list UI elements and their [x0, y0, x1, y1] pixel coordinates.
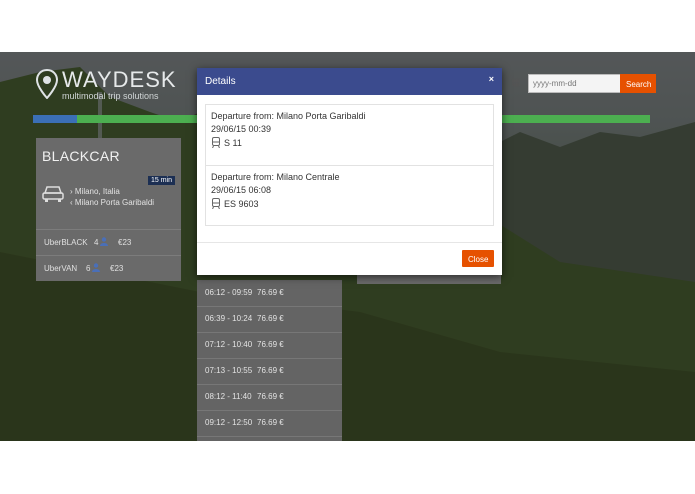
- person-icon: [92, 263, 100, 272]
- trip-row[interactable]: 07:12 - 10:40 76.69 €: [197, 332, 342, 359]
- modal-title: Details: [205, 76, 236, 87]
- seat-count: 6: [86, 264, 91, 273]
- modal-footer-divider: [197, 242, 502, 243]
- trip-time: 08:12 - 11:40: [205, 392, 252, 401]
- logo-name: WAYDESK: [62, 67, 177, 92]
- departure-datetime: 29/06/15 00:39: [211, 124, 272, 134]
- uber-option-row[interactable]: UberBLACK 4 €23: [36, 229, 181, 256]
- option-name: UberVAN: [44, 264, 78, 273]
- modal-header: Details ×: [197, 68, 502, 95]
- trip-price: 76.69 €: [257, 366, 284, 375]
- train-number: ES 9603: [224, 199, 259, 209]
- trip-price: 76.69 €: [257, 392, 284, 401]
- train-number: S 11: [224, 138, 242, 148]
- route-to: ‹ Milano Porta Garibaldi: [70, 198, 155, 207]
- route-from: › Milano, Italia: [70, 187, 120, 196]
- trip-time: 07:13 - 10:55: [205, 366, 253, 375]
- journey-details-list: Departure from: Milano Porta Garibaldi 2…: [205, 104, 494, 226]
- option-name: UberBLACK: [44, 238, 88, 247]
- close-button[interactable]: Close: [462, 250, 494, 267]
- trip-row[interactable]: 06:39 - 10:24 76.69 €: [197, 306, 342, 333]
- map-pin-icon: [36, 69, 58, 99]
- car-icon: [42, 186, 64, 202]
- departure-station: Departure from: Milano Porta Garibaldi: [211, 111, 366, 121]
- trip-row[interactable]: 06:12 - 09:59 76.69 €: [197, 280, 342, 307]
- trip-time: 09:12 - 12:50: [205, 418, 253, 427]
- departure-station: Departure from: Milano Centrale: [211, 172, 340, 182]
- option-price: €23: [118, 238, 132, 247]
- date-input[interactable]: [528, 74, 626, 93]
- option-price: €23: [110, 264, 124, 273]
- trip-row[interactable]: 08:12 - 11:40 76.69 €: [197, 384, 342, 411]
- trip-time: 07:12 - 10:40: [205, 340, 253, 349]
- journey-leg: Departure from: Milano Porta Garibaldi 2…: [206, 105, 493, 164]
- trip-price: 76.69 €: [257, 314, 284, 323]
- trip-price: 76.69 €: [257, 418, 284, 427]
- route-to-label: Milano Porta Garibaldi: [74, 198, 155, 207]
- train-icon: [212, 137, 220, 148]
- blackcar-card: BLACKCAR 15 min › Milano, Italia ‹ Milan…: [36, 138, 181, 281]
- trip-price: 76.69 €: [257, 288, 284, 297]
- trip-row[interactable]: 09:12 - 12:50 76.69 €: [197, 410, 342, 437]
- journey-leg: Departure from: Milano Centrale 29/06/15…: [206, 165, 493, 225]
- progress-segment-done: [33, 115, 77, 123]
- trip-price: 76.69 €: [257, 340, 284, 349]
- train-icon: [212, 198, 220, 209]
- person-icon: [100, 237, 108, 246]
- departure-datetime: 29/06/15 06:08: [211, 185, 272, 195]
- logo-tagline: multimodal trip solutions: [62, 91, 159, 101]
- seat-count: 4: [94, 238, 99, 247]
- search-button[interactable]: Search: [620, 74, 656, 93]
- trip-row[interactable]: 07:13 - 10:55 76.69 €: [197, 358, 342, 385]
- trip-time: 06:39 - 10:24: [205, 314, 253, 323]
- calendar-icon[interactable]: ▦: [511, 77, 525, 93]
- details-modal: Details × Departure from: Milano Porta G…: [197, 68, 502, 275]
- close-icon[interactable]: ×: [489, 74, 494, 84]
- trip-time: 06:12 - 09:59: [205, 288, 253, 297]
- trip-list: 06:12 - 09:59 76.69 € 06:39 - 10:24 76.6…: [197, 280, 342, 441]
- duration-badge: 15 min: [147, 176, 175, 185]
- route-from-label: Milano, Italia: [74, 187, 120, 196]
- card-title: BLACKCAR: [42, 148, 120, 164]
- uber-option-row[interactable]: UberVAN 6 €23: [36, 255, 181, 282]
